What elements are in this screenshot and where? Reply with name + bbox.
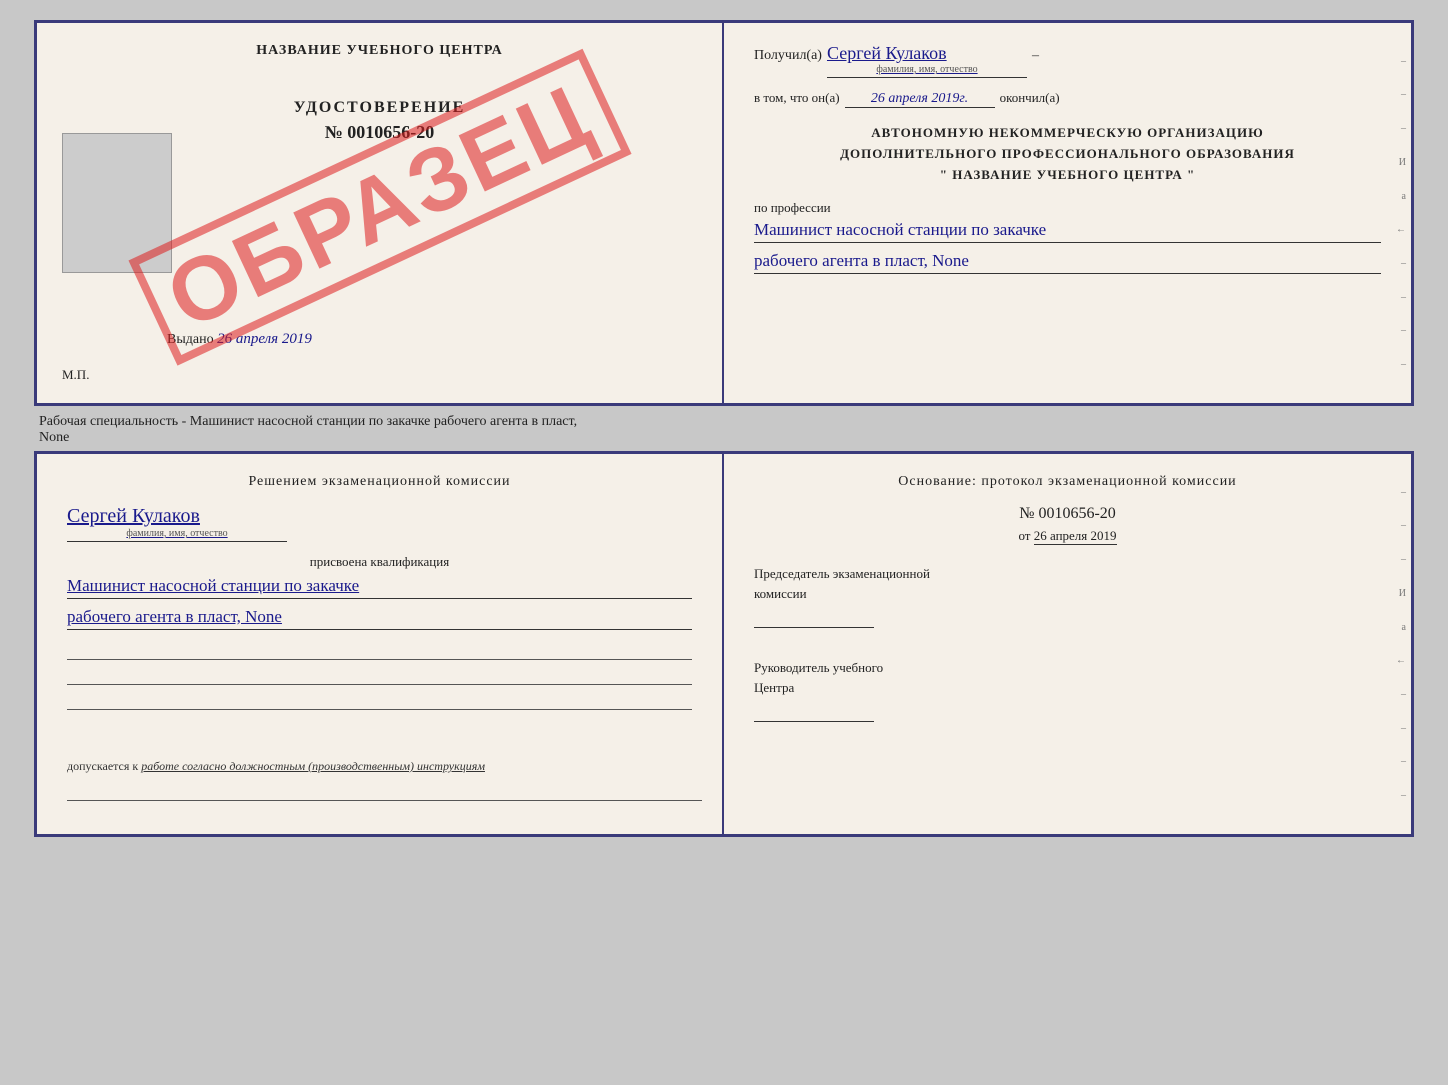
- ot-date: от 26 апреля 2019: [754, 528, 1381, 544]
- predsedatel-block: Председатель экзаменационной комиссии: [754, 564, 1381, 633]
- cert-top: НАЗВАНИЕ УЧЕБНОГО ЦЕНТРА УДОСТОВЕРЕНИЕ №…: [34, 20, 1414, 406]
- right-margin-lines-bottom: – – – И а ← – – – –: [1391, 454, 1406, 834]
- margin-dash-b5: а: [1391, 622, 1406, 633]
- poluchil-label: Получил(а): [754, 48, 822, 64]
- obrazec-stamp: ОБРАЗЕЦ: [128, 49, 631, 366]
- profession-line2: рабочего агента в пласт, None: [754, 251, 1381, 274]
- blank-line-1: [67, 638, 692, 660]
- cert-bottom-left: Решением экзаменационной комиссии Сергей…: [37, 454, 724, 834]
- separator-none: None: [39, 430, 69, 445]
- org-line2: ДОПОЛНИТЕЛЬНОГО ПРОФЕССИОНАЛЬНОГО ОБРАЗО…: [754, 144, 1381, 165]
- blank-line-3: [67, 688, 692, 710]
- vtom-label: в том, что он(а): [754, 90, 840, 106]
- poluchil-line: Получил(а) Сергей Кулаков фамилия, имя, …: [754, 43, 1381, 78]
- qual-line1: Машинист насосной станции по закачке: [67, 576, 692, 599]
- dopusk-text: работе согласно должностным (производств…: [141, 759, 485, 773]
- rukovoditel-text-1: Руководитель учебного: [754, 658, 1381, 678]
- predsedatel-text-1: Председатель экзаменационной: [754, 564, 1381, 584]
- osnovanie-text: Основание: протокол экзаменационной коми…: [754, 474, 1381, 490]
- mp-line: М.П.: [62, 367, 89, 383]
- bottom-name-block: Сергей Кулаков фамилия, имя, отчество: [67, 505, 692, 542]
- margin-dash-4: И: [1391, 157, 1406, 168]
- ot-date-value: 26 апреля 2019: [1034, 528, 1117, 545]
- predsedatel-text-2: комиссии: [754, 584, 1381, 604]
- profession-line1: Машинист насосной станции по закачке: [754, 220, 1381, 243]
- margin-dash-b9: –: [1391, 756, 1406, 767]
- cert-top-title: НАЗВАНИЕ УЧЕБНОГО ЦЕНТРА: [62, 43, 697, 59]
- margin-dash-b7: –: [1391, 689, 1406, 700]
- qual-line2: рабочего агента в пласт, None: [67, 607, 692, 630]
- margin-dash-5: а: [1391, 191, 1406, 202]
- org-line1: АВТОНОМНУЮ НЕКОММЕРЧЕСКУЮ ОРГАНИЗАЦИЮ: [754, 123, 1381, 144]
- poluchil-name: Сергей Кулаков фамилия, имя, отчество: [827, 43, 1027, 78]
- margin-dash-8: –: [1391, 292, 1406, 303]
- resheniem-text: Решением экзаменационной комиссии: [67, 474, 692, 490]
- separator-main: Рабочая специальность - Машинист насосно…: [39, 414, 577, 429]
- fio-hint-top: фамилия, имя, отчество: [827, 64, 1027, 75]
- cert-bottom: Решением экзаменационной комиссии Сергей…: [34, 451, 1414, 837]
- margin-dash-3: –: [1391, 123, 1406, 134]
- blank-line-bottom: [67, 779, 702, 801]
- dopusk-label: допускается к: [67, 759, 138, 773]
- margin-dash-7: –: [1391, 258, 1406, 269]
- vtom-date: 26 апреля 2019г.: [845, 91, 995, 108]
- margin-dash-10: –: [1391, 359, 1406, 370]
- margin-dash-b3: –: [1391, 554, 1406, 565]
- margin-dash-b10: –: [1391, 790, 1406, 801]
- vydano-label: Выдано: [167, 332, 214, 347]
- right-margin-lines: – – – И а ← – – – –: [1391, 23, 1406, 403]
- margin-dash-6: ←: [1391, 224, 1406, 235]
- margin-dash-b6: ←: [1391, 655, 1406, 666]
- vydano-line: Выдано 26 апреля 2019: [167, 331, 312, 348]
- org-block: АВТОНОМНУЮ НЕКОММЕРЧЕСКУЮ ОРГАНИЗАЦИЮ ДО…: [754, 123, 1381, 185]
- photo-placeholder: [62, 133, 172, 273]
- fio-hint-bottom: фамилия, имя, отчество: [67, 528, 287, 539]
- udostoverenie-title: УДОСТОВЕРЕНИЕ: [62, 99, 697, 117]
- cert-top-right: Получил(а) Сергей Кулаков фамилия, имя, …: [724, 23, 1411, 403]
- document-wrapper: НАЗВАНИЕ УЧЕБНОГО ЦЕНТРА УДОСТОВЕРЕНИЕ №…: [34, 20, 1414, 837]
- ot-label: от: [1018, 528, 1030, 543]
- margin-dash-b2: –: [1391, 520, 1406, 531]
- protocol-number: № 0010656-20: [754, 505, 1381, 523]
- okoncil-label: окончил(а): [1000, 90, 1060, 106]
- dopuskaetsya-line: допускается к работе согласно должностны…: [67, 759, 702, 804]
- margin-dash-2: –: [1391, 89, 1406, 100]
- rukovoditel-block: Руководитель учебного Центра: [754, 658, 1381, 727]
- org-line3: " НАЗВАНИЕ УЧЕБНОГО ЦЕНТРА ": [754, 165, 1381, 186]
- vtom-line: в том, что он(а) 26 апреля 2019г. окончи…: [754, 90, 1381, 108]
- bottom-name: Сергей Кулаков фамилия, имя, отчество: [67, 505, 287, 542]
- margin-dash-b1: –: [1391, 487, 1406, 498]
- top-dash: –: [1032, 48, 1039, 64]
- prisvoena: присвоена квалификация: [67, 554, 692, 570]
- cert-bottom-right: Основание: протокол экзаменационной коми…: [724, 454, 1411, 834]
- cert-top-left: НАЗВАНИЕ УЧЕБНОГО ЦЕНТРА УДОСТОВЕРЕНИЕ №…: [37, 23, 724, 403]
- vydano-date: 26 апреля 2019: [217, 331, 312, 347]
- rukovoditel-signature-line: [754, 702, 874, 722]
- separator-text: Рабочая специальность - Машинист насосно…: [34, 406, 1414, 451]
- margin-dash-b8: –: [1391, 723, 1406, 734]
- po-professii: по профессии: [754, 200, 1381, 216]
- margin-dash-b4: И: [1391, 588, 1406, 599]
- margin-dash-9: –: [1391, 325, 1406, 336]
- rukovoditel-text-2: Центра: [754, 678, 1381, 698]
- predsedatel-signature-line: [754, 608, 874, 628]
- margin-dash-1: –: [1391, 56, 1406, 67]
- blank-line-2: [67, 663, 692, 685]
